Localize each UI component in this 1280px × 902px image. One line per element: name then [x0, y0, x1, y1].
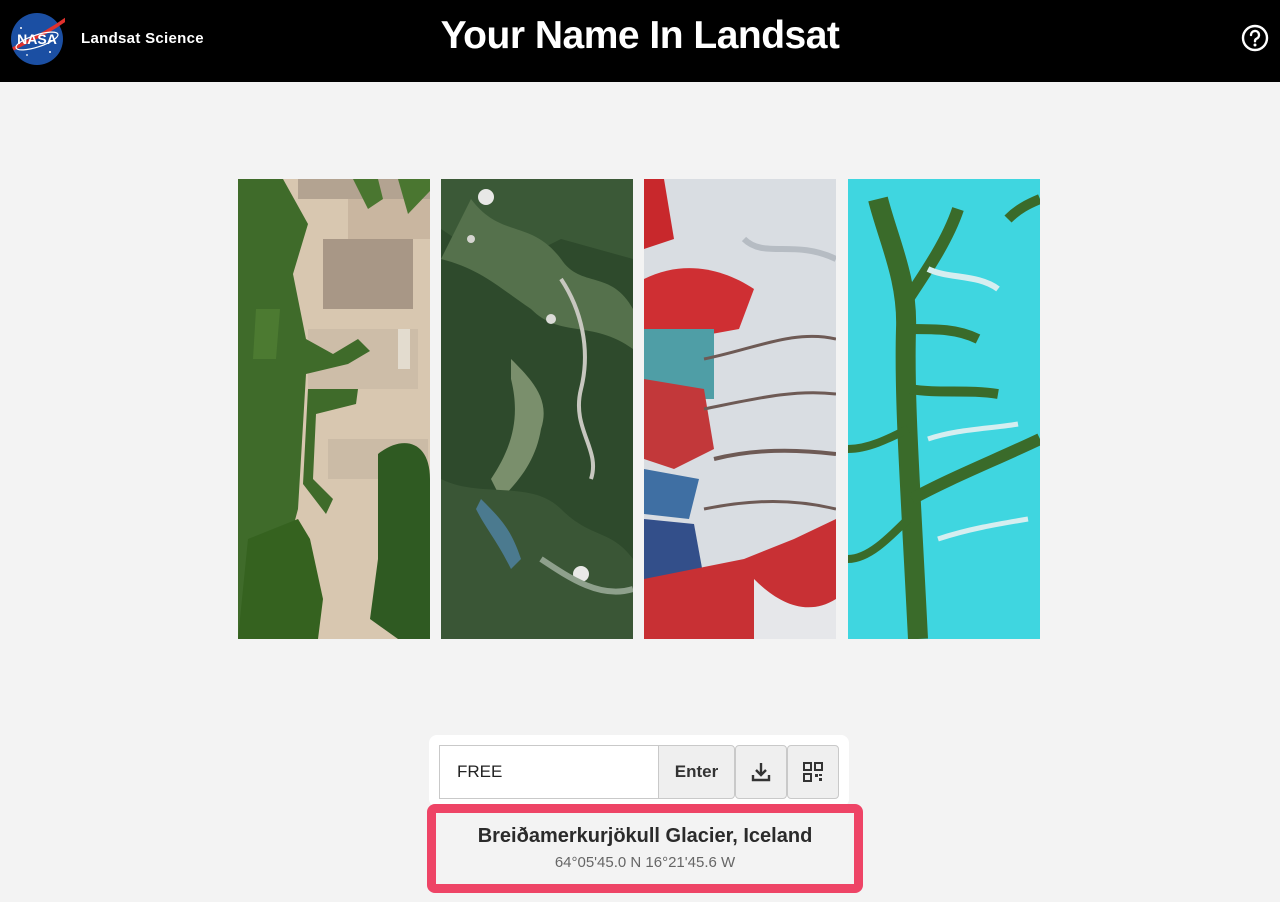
enter-button[interactable]: Enter [658, 745, 735, 799]
download-button[interactable] [735, 745, 787, 799]
download-icon [751, 763, 771, 782]
letter-image-e1[interactable] [644, 179, 836, 639]
location-card: Breiðamerkurjökull Glacier, Iceland 64°0… [427, 804, 863, 893]
help-icon[interactable] [1241, 24, 1269, 52]
page-title: Your Name In Landsat [440, 14, 840, 57]
letter-image-r[interactable] [441, 179, 633, 639]
top-bar: NASA Landsat Science Your Name In Landsa… [0, 0, 1280, 82]
letter-images [238, 179, 1040, 639]
letter-image-f[interactable] [238, 179, 430, 639]
letter-image-e2[interactable] [848, 179, 1040, 639]
name-controls: Enter [429, 735, 849, 807]
location-name: Breiðamerkurjökull Glacier, Iceland [477, 825, 813, 847]
name-input[interactable] [439, 745, 659, 799]
qr-code-icon [803, 762, 823, 782]
qr-code-button[interactable] [787, 745, 839, 799]
location-coordinates: 64°05'45.0 N 16°21'45.6 W [554, 854, 736, 871]
